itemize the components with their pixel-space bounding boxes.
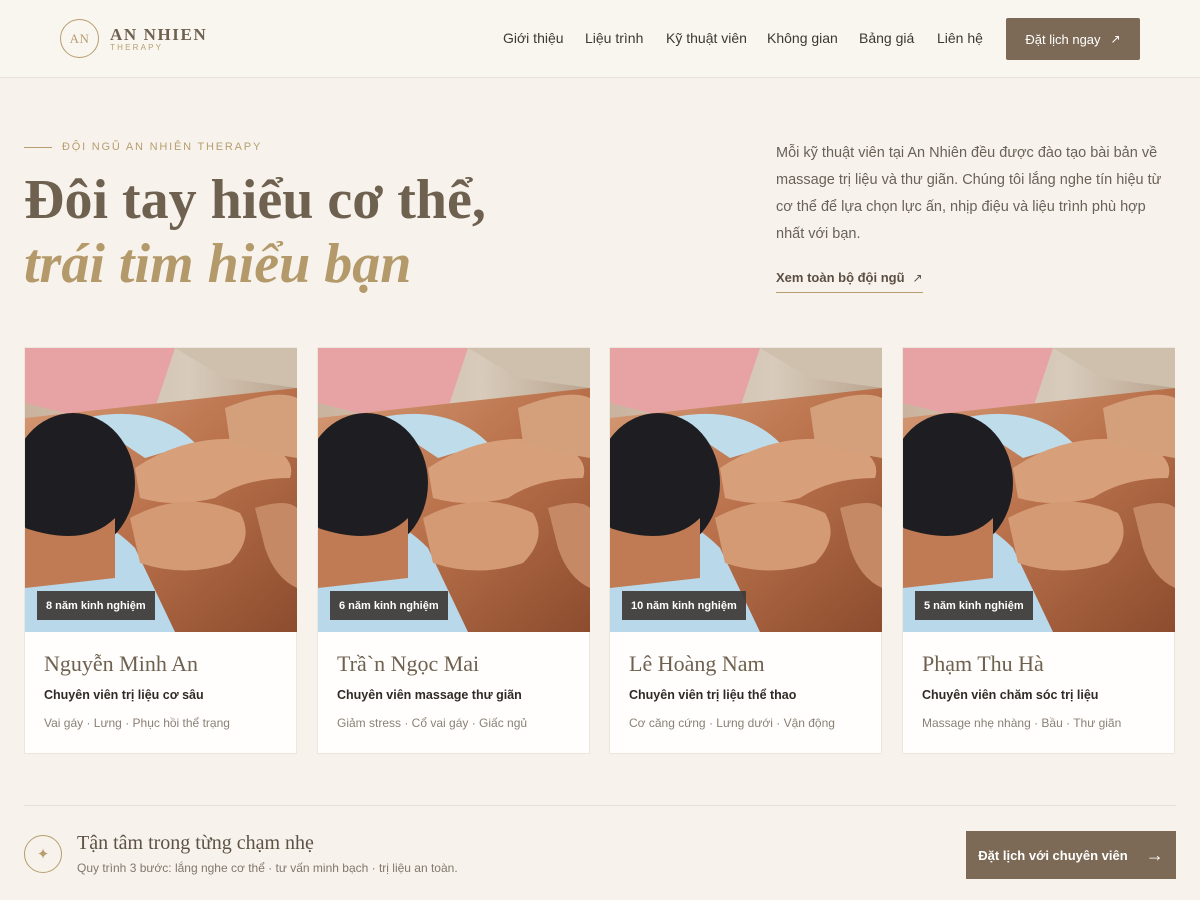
experience-badge: 5 năm kinh nghiệm [915,591,1033,620]
book-now-button[interactable]: Đặt lịch ngay ↗ [1006,18,1140,60]
logo-text: AN NHIEN THERAPY [110,26,207,52]
therapist-role: Chuyên viên massage thư giãn [337,688,522,702]
hero-intro: Mỗi kỹ thuật viên tại An Nhiên đều được … [776,145,1162,242]
therapist-card[interactable]: 6 năm kinh nghiệm Trầ`n Ngọc Mai Chuyên vi… [317,347,590,754]
site-header: AN AN NHIEN THERAPY Giới thiệu Liệu trìn… [0,0,1200,78]
hero-title-line1: Đôi tay hiểu cơ thể, [24,169,486,231]
therapist-photo [903,348,1175,632]
therapist-photo [318,348,590,632]
therapist-card[interactable]: 8 năm kinh nghiệm Nguyễn Minh An Chuyên vi… [24,347,297,754]
hero-title: Đôi tay hiểu cơ thể, trái tim hiểu bạn [24,168,724,296]
therapist-tags: Cơ căng cứng · Lưng dưới · Vận động [629,716,835,730]
view-team-label: Xem toàn bộ đội ngũ [776,270,905,285]
therapist-role: Chuyên viên trị liệu thể thao [629,688,797,702]
section-eyebrow: ĐỘI NGŨ AN NHIÊN THERAPY [24,141,262,153]
arrow-right-icon: → [1145,844,1164,865]
therapist-tags: Giảm stress · Cổ vai gáy · Giấc ngủ [337,716,528,730]
arrow-up-right-icon: ↗ [912,270,923,285]
book-specialist-label: Đặt lịch với chuyên viên [978,847,1128,863]
brand-name: AN NHIEN [110,24,208,44]
brand-logo[interactable]: AN AN NHIEN THERAPY [60,19,207,58]
therapist-name: Phạm Thu Hà [922,651,1044,676]
nav-item-khong-gian[interactable]: Không gian [767,30,838,46]
view-team-link[interactable]: Xem toàn bộ đội ngũ ↗ [776,270,923,293]
experience-badge: 8 năm kinh nghiệm [37,591,155,620]
nav-item-lieu-trinh[interactable]: Liệu trình [585,30,643,46]
therapist-tags: Massage nhẹ nhàng · Bầu · Thư giãn [922,716,1122,730]
therapist-card[interactable]: 5 năm kinh nghiệm Phạm Thu Hà Chuyên viên … [902,347,1175,754]
therapist-tags: Vai gáy · Lưng · Phục hồi thể trạng [44,716,230,730]
arrow-up-right-icon: ↗ [1110,32,1121,46]
section-divider [24,805,1176,806]
therapist-name: Nguyễn Minh An [44,651,198,676]
therapist-name: Trầ`n Ngọc Mai [337,651,480,676]
book-now-label: Đặt lịch ngay [1025,31,1101,47]
logo-mark: AN [60,19,99,58]
therapist-photo [25,348,297,632]
nav-item-ky-thuat-vien[interactable]: Kỹ thuật viên [666,30,747,46]
care-title: Tận tâm trong từng chạm nhẹ [77,832,314,854]
eyebrow-line [24,146,52,148]
nav-item-lien-he[interactable]: Liên hệ [937,30,983,46]
care-subtitle: Quy trình 3 bước: lắng nghe cơ thể · tư … [77,861,458,875]
nav-item-bang-gia[interactable]: Bảng giá [859,30,914,46]
sparkle-icon: ✦ [24,835,62,873]
nav-item-gioi-thieu[interactable]: Giới thiệu [503,30,564,46]
experience-badge: 10 năm kinh nghiệm [622,591,746,620]
therapist-photo [610,348,882,632]
book-specialist-button[interactable]: Đặt lịch với chuyên viên → [966,831,1176,879]
brand-sub: THERAPY [110,42,164,52]
therapist-name: Lê Hoàng Nam [629,651,765,676]
therapist-role: Chuyên viên chăm sóc trị liệu [922,688,1099,702]
hero-title-line2: trái tim hiểu bạn [24,233,412,295]
therapist-card[interactable]: 10 năm kinh nghiệm Lê Hoàng Nam Chuyên viê… [609,347,882,754]
experience-badge: 6 năm kinh nghiệm [330,591,448,620]
eyebrow-text: ĐỘI NGŨ AN NHIÊN THERAPY [62,141,263,153]
therapist-role: Chuyên viên trị liệu cơ sâu [44,688,204,702]
